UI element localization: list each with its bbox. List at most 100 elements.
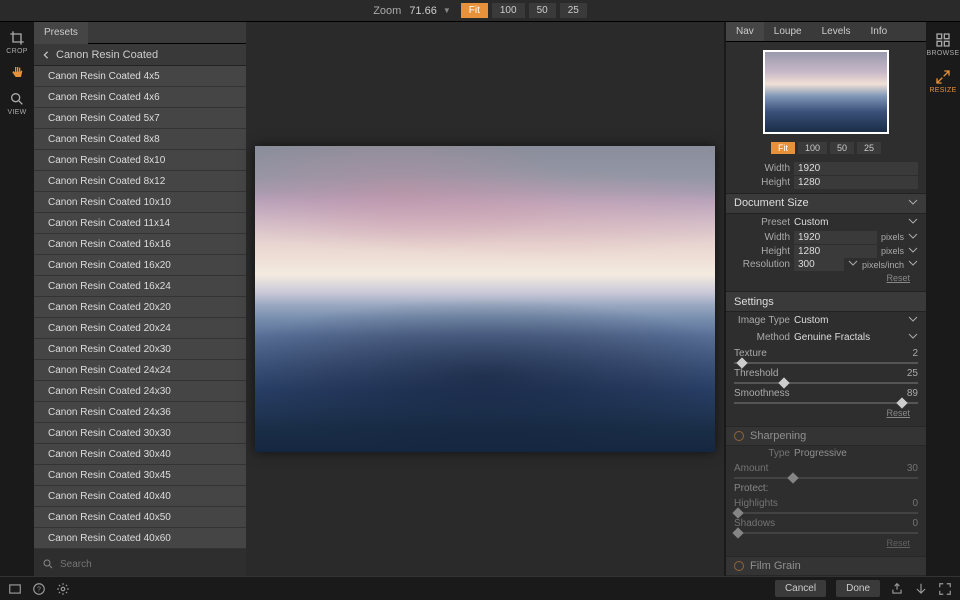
- preset-item[interactable]: Canon Resin Coated 10x10: [34, 192, 246, 213]
- zoom-fit-button[interactable]: Fit: [461, 3, 488, 18]
- threshold-slider[interactable]: Threshold25: [726, 366, 926, 386]
- preset-item[interactable]: Canon Resin Coated 24x36: [34, 402, 246, 423]
- doc-height-value[interactable]: 1280: [794, 245, 877, 258]
- resize-tool[interactable]: RESIZE: [929, 69, 956, 94]
- nav-width-value[interactable]: 1920: [794, 162, 918, 175]
- window-icon[interactable]: [8, 582, 22, 596]
- shadows-slider[interactable]: Shadows0: [726, 516, 926, 536]
- chevron-down-icon[interactable]: [848, 258, 858, 271]
- sharpening-reset[interactable]: Reset: [726, 536, 926, 552]
- view-tool[interactable]: VIEW: [7, 91, 26, 116]
- preset-item[interactable]: Canon Resin Coated 11x14: [34, 213, 246, 234]
- texture-slider[interactable]: Texture2: [726, 346, 926, 366]
- left-toolstrip: CROP VIEW: [0, 22, 34, 576]
- doc-res-value[interactable]: 300: [794, 258, 844, 271]
- doc-size-reset[interactable]: Reset: [726, 271, 926, 287]
- preset-item[interactable]: Canon Resin Coated 30x30: [34, 423, 246, 444]
- nav-height-row: Height 1280: [726, 176, 926, 190]
- preset-value[interactable]: Custom: [794, 217, 828, 228]
- preset-item[interactable]: Canon Resin Coated 30x40: [34, 444, 246, 465]
- settings-reset[interactable]: Reset: [726, 406, 926, 422]
- preset-item[interactable]: Canon Resin Coated 24x30: [34, 381, 246, 402]
- section-sharpening[interactable]: Sharpening: [726, 426, 926, 446]
- zoom-100-button[interactable]: 100: [492, 3, 525, 18]
- film-grain-title: Film Grain: [750, 560, 801, 572]
- gear-icon[interactable]: [56, 582, 70, 596]
- chevron-down-icon[interactable]: [908, 245, 918, 258]
- zoom-50-button[interactable]: 50: [529, 3, 556, 18]
- navigator-preview-wrap: [726, 42, 926, 138]
- method-value[interactable]: Genuine Fractals: [794, 332, 870, 343]
- tab-levels[interactable]: Levels: [812, 22, 861, 41]
- preset-item[interactable]: Canon Resin Coated 5x7: [34, 108, 246, 129]
- preset-item[interactable]: Canon Resin Coated 40x50: [34, 507, 246, 528]
- preset-item[interactable]: Canon Resin Coated 16x24: [34, 276, 246, 297]
- zoom-25-button[interactable]: 25: [560, 3, 587, 18]
- resize-icon: [935, 69, 951, 85]
- resize-label: RESIZE: [929, 87, 956, 94]
- help-icon[interactable]: ?: [32, 582, 46, 596]
- magnifier-icon: [9, 91, 25, 107]
- zoom-value[interactable]: 71.66: [409, 5, 437, 17]
- chevron-down-icon[interactable]: [908, 314, 918, 327]
- preset-category-header[interactable]: Canon Resin Coated: [34, 44, 246, 66]
- preset-search-row: [34, 552, 246, 576]
- preset-list[interactable]: Canon Resin Coated 4x5Canon Resin Coated…: [34, 66, 246, 552]
- preset-item[interactable]: Canon Resin Coated 4x5: [34, 66, 246, 87]
- tab-info[interactable]: Info: [861, 22, 898, 41]
- navigator-preview[interactable]: [763, 50, 889, 134]
- preset-item[interactable]: Canon Resin Coated 20x24: [34, 318, 246, 339]
- preset-item[interactable]: Canon Resin Coated 20x20: [34, 297, 246, 318]
- sharpening-title: Sharpening: [750, 430, 806, 442]
- section-document-size[interactable]: Document Size: [726, 193, 926, 213]
- preset-search-input[interactable]: [60, 559, 238, 570]
- preset-label: Preset: [734, 217, 790, 228]
- nav-zoom-25[interactable]: 25: [857, 142, 881, 154]
- nav-zoom-fit[interactable]: Fit: [771, 142, 795, 154]
- preset-item[interactable]: Canon Resin Coated 8x8: [34, 129, 246, 150]
- amount-slider[interactable]: Amount30: [726, 461, 926, 481]
- preset-item[interactable]: Canon Resin Coated 20x30: [34, 339, 246, 360]
- preset-item[interactable]: Canon Resin Coated 8x10: [34, 150, 246, 171]
- smoothness-slider[interactable]: Smoothness89: [726, 386, 926, 406]
- tab-loupe[interactable]: Loupe: [764, 22, 812, 41]
- doc-res-unit[interactable]: pixels/inch: [862, 260, 904, 270]
- export-icon[interactable]: [914, 582, 928, 596]
- canvas-area[interactable]: [246, 22, 724, 576]
- sharp-type-value[interactable]: Progressive: [794, 448, 847, 459]
- imgtype-value[interactable]: Custom: [794, 315, 828, 326]
- browse-tool[interactable]: BROWSE: [927, 32, 960, 57]
- share-icon[interactable]: [890, 582, 904, 596]
- preset-item[interactable]: Canon Resin Coated 16x20: [34, 255, 246, 276]
- doc-width-value[interactable]: 1920: [794, 231, 877, 244]
- preset-item[interactable]: Canon Resin Coated 24x24: [34, 360, 246, 381]
- section-settings[interactable]: Settings: [726, 291, 926, 311]
- chevron-down-icon[interactable]: [908, 216, 918, 229]
- done-button[interactable]: Done: [836, 580, 880, 597]
- nav-zoom-100[interactable]: 100: [798, 142, 827, 154]
- sharp-type-label: Type: [734, 448, 790, 459]
- chevron-down-icon[interactable]: ▼: [443, 6, 451, 15]
- section-film-grain[interactable]: Film Grain: [726, 556, 926, 576]
- top-zoom-bar: Zoom 71.66 ▼ Fit 100 50 25: [0, 0, 960, 22]
- presets-tab[interactable]: Presets: [34, 22, 88, 44]
- highlights-slider[interactable]: Highlights0: [726, 496, 926, 516]
- fullscreen-icon[interactable]: [938, 582, 952, 596]
- tab-nav[interactable]: Nav: [726, 22, 764, 41]
- doc-height-unit[interactable]: pixels: [881, 246, 904, 256]
- preset-item[interactable]: Canon Resin Coated 16x16: [34, 234, 246, 255]
- chevron-down-icon[interactable]: [908, 231, 918, 244]
- crop-tool[interactable]: CROP: [6, 30, 27, 55]
- chevron-down-icon[interactable]: [908, 331, 918, 344]
- nav-zoom-50[interactable]: 50: [830, 142, 854, 154]
- cancel-button[interactable]: Cancel: [775, 580, 826, 597]
- preset-item[interactable]: Canon Resin Coated 40x40: [34, 486, 246, 507]
- preset-item[interactable]: Canon Resin Coated 40x60: [34, 528, 246, 549]
- chevron-down-icon[interactable]: [908, 258, 918, 271]
- nav-height-value[interactable]: 1280: [794, 176, 918, 189]
- doc-width-unit[interactable]: pixels: [881, 232, 904, 242]
- preset-item[interactable]: Canon Resin Coated 8x12: [34, 171, 246, 192]
- pan-tool[interactable]: [9, 65, 25, 81]
- preset-item[interactable]: Canon Resin Coated 30x45: [34, 465, 246, 486]
- preset-item[interactable]: Canon Resin Coated 4x6: [34, 87, 246, 108]
